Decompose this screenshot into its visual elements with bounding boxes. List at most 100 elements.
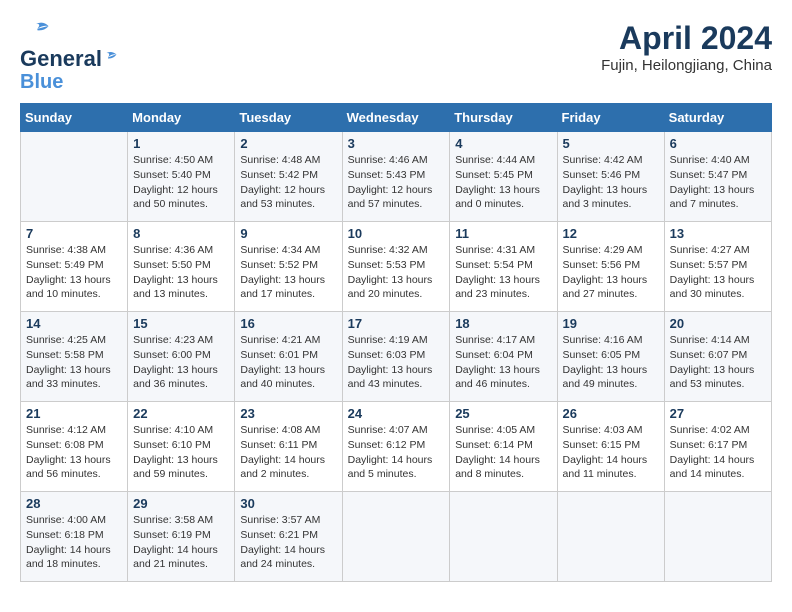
calendar-table: SundayMondayTuesdayWednesdayThursdayFrid…: [20, 103, 772, 582]
day-info: Sunrise: 4:08 AMSunset: 6:11 PMDaylight:…: [240, 423, 336, 482]
calendar-day-8: 8 Sunrise: 4:36 AMSunset: 5:50 PMDaylight…: [128, 222, 235, 312]
day-number: 20: [670, 316, 766, 331]
header: General Blue April 2024 Fujin, Heilongji…: [20, 20, 772, 93]
calendar-day-21: 21 Sunrise: 4:12 AMSunset: 6:08 PMDayligh…: [21, 402, 128, 492]
weekday-header-wednesday: Wednesday: [342, 104, 450, 132]
calendar-empty-cell: [21, 132, 128, 222]
calendar-day-2: 2 Sunrise: 4:48 AMSunset: 5:42 PMDaylight…: [235, 132, 342, 222]
calendar-day-3: 3Sunrise: 4:46 AMSunset: 5:43 PMDaylight…: [342, 132, 450, 222]
calendar-day-9: 9 Sunrise: 4:34 AMSunset: 5:52 PMDaylight…: [235, 222, 342, 312]
logo-bird-icon: [104, 50, 124, 66]
day-info: Sunrise: 4:25 AMSunset: 5:58 PMDaylight:…: [26, 333, 122, 392]
day-info: Sunrise: 4:27 AMSunset: 5:57 PMDaylight:…: [670, 243, 766, 302]
calendar-day-18: 18 Sunrise: 4:17 AMSunset: 6:04 PMDayligh…: [450, 312, 557, 402]
day-number: 12: [563, 226, 659, 241]
calendar-day-11: 11Sunrise: 4:31 AMSunset: 5:54 PMDayligh…: [450, 222, 557, 312]
weekday-header-saturday: Saturday: [664, 104, 771, 132]
day-info: Sunrise: 4:31 AMSunset: 5:54 PMDaylight:…: [455, 243, 551, 302]
calendar-day-17: 17 Sunrise: 4:19 AMSunset: 6:03 PMDayligh…: [342, 312, 450, 402]
day-number: 27: [670, 406, 766, 421]
day-info: Sunrise: 4:50 AMSunset: 5:40 PMDaylight:…: [133, 153, 229, 212]
calendar-day-23: 23 Sunrise: 4:08 AMSunset: 6:11 PMDayligh…: [235, 402, 342, 492]
day-number: 18: [455, 316, 551, 331]
day-info: Sunrise: 4:46 AMSunset: 5:43 PMDaylight:…: [348, 153, 445, 212]
day-info: Sunrise: 4:44 AMSunset: 5:45 PMDaylight:…: [455, 153, 551, 212]
day-number: 21: [26, 406, 122, 421]
calendar-empty-cell: [557, 492, 664, 582]
calendar-week-row: 21 Sunrise: 4:12 AMSunset: 6:08 PMDayligh…: [21, 402, 772, 492]
day-info: Sunrise: 4:03 AMSunset: 6:15 PMDaylight:…: [563, 423, 659, 482]
day-info: Sunrise: 4:36 AMSunset: 5:50 PMDaylight:…: [133, 243, 229, 302]
calendar-day-4: 4 Sunrise: 4:44 AMSunset: 5:45 PMDaylight…: [450, 132, 557, 222]
calendar-week-row: 1Sunrise: 4:50 AMSunset: 5:40 PMDaylight…: [21, 132, 772, 222]
calendar-day-1: 1Sunrise: 4:50 AMSunset: 5:40 PMDaylight…: [128, 132, 235, 222]
weekday-header-tuesday: Tuesday: [235, 104, 342, 132]
day-info: Sunrise: 4:42 AMSunset: 5:46 PMDaylight:…: [563, 153, 659, 212]
day-info: Sunrise: 4:32 AMSunset: 5:53 PMDaylight:…: [348, 243, 445, 302]
calendar-empty-cell: [450, 492, 557, 582]
calendar-day-22: 22Sunrise: 4:10 AMSunset: 6:10 PMDayligh…: [128, 402, 235, 492]
calendar-day-16: 16 Sunrise: 4:21 AMSunset: 6:01 PMDayligh…: [235, 312, 342, 402]
day-info: Sunrise: 4:00 AMSunset: 6:18 PMDaylight:…: [26, 513, 122, 572]
day-info: Sunrise: 4:38 AMSunset: 5:49 PMDaylight:…: [26, 243, 122, 302]
day-number: 15: [133, 316, 229, 331]
day-info: Sunrise: 4:34 AMSunset: 5:52 PMDaylight:…: [240, 243, 336, 302]
calendar-day-15: 15 Sunrise: 4:23 AMSunset: 6:00 PMDayligh…: [128, 312, 235, 402]
day-info: Sunrise: 4:16 AMSunset: 6:05 PMDaylight:…: [563, 333, 659, 392]
calendar-empty-cell: [342, 492, 450, 582]
day-number: 8: [133, 226, 229, 241]
calendar-day-25: 25 Sunrise: 4:05 AMSunset: 6:14 PMDayligh…: [450, 402, 557, 492]
calendar-empty-cell: [664, 492, 771, 582]
day-info: Sunrise: 4:07 AMSunset: 6:12 PMDaylight:…: [348, 423, 445, 482]
page-subtitle: Fujin, Heilongjiang, China: [601, 57, 772, 74]
day-number: 10: [348, 226, 445, 241]
day-info: Sunrise: 3:57 AMSunset: 6:21 PMDaylight:…: [240, 513, 336, 572]
day-number: 5: [563, 136, 659, 151]
calendar-day-19: 19Sunrise: 4:16 AMSunset: 6:05 PMDayligh…: [557, 312, 664, 402]
page-title: April 2024: [601, 20, 772, 57]
day-number: 2: [240, 136, 336, 151]
logo-icon: [22, 20, 50, 42]
calendar-day-24: 24Sunrise: 4:07 AMSunset: 6:12 PMDayligh…: [342, 402, 450, 492]
day-info: Sunrise: 4:29 AMSunset: 5:56 PMDaylight:…: [563, 243, 659, 302]
calendar-day-27: 27 Sunrise: 4:02 AMSunset: 6:17 PMDayligh…: [664, 402, 771, 492]
weekday-header-sunday: Sunday: [21, 104, 128, 132]
day-number: 23: [240, 406, 336, 421]
day-info: Sunrise: 4:10 AMSunset: 6:10 PMDaylight:…: [133, 423, 229, 482]
logo: General Blue: [20, 20, 126, 93]
day-info: Sunrise: 4:12 AMSunset: 6:08 PMDaylight:…: [26, 423, 122, 482]
day-info: Sunrise: 4:19 AMSunset: 6:03 PMDaylight:…: [348, 333, 445, 392]
title-area: April 2024 Fujin, Heilongjiang, China: [601, 20, 772, 74]
day-number: 28: [26, 496, 122, 511]
calendar-day-26: 26Sunrise: 4:03 AMSunset: 6:15 PMDayligh…: [557, 402, 664, 492]
day-info: Sunrise: 4:40 AMSunset: 5:47 PMDaylight:…: [670, 153, 766, 212]
day-number: 29: [133, 496, 229, 511]
day-number: 4: [455, 136, 551, 151]
day-number: 14: [26, 316, 122, 331]
day-number: 17: [348, 316, 445, 331]
logo-text-blue: Blue: [20, 71, 63, 93]
day-info: Sunrise: 4:17 AMSunset: 6:04 PMDaylight:…: [455, 333, 551, 392]
calendar-day-13: 13Sunrise: 4:27 AMSunset: 5:57 PMDayligh…: [664, 222, 771, 312]
day-number: 9: [240, 226, 336, 241]
day-info: Sunrise: 4:02 AMSunset: 6:17 PMDaylight:…: [670, 423, 766, 482]
day-number: 7: [26, 226, 122, 241]
calendar-day-29: 29Sunrise: 3:58 AMSunset: 6:19 PMDayligh…: [128, 492, 235, 582]
calendar-day-5: 5 Sunrise: 4:42 AMSunset: 5:46 PMDaylight…: [557, 132, 664, 222]
calendar-day-28: 28 Sunrise: 4:00 AMSunset: 6:18 PMDayligh…: [21, 492, 128, 582]
day-info: Sunrise: 4:14 AMSunset: 6:07 PMDaylight:…: [670, 333, 766, 392]
calendar-day-20: 20 Sunrise: 4:14 AMSunset: 6:07 PMDayligh…: [664, 312, 771, 402]
day-info: Sunrise: 4:48 AMSunset: 5:42 PMDaylight:…: [240, 153, 336, 212]
day-info: Sunrise: 4:23 AMSunset: 6:00 PMDaylight:…: [133, 333, 229, 392]
day-number: 16: [240, 316, 336, 331]
calendar-week-row: 7 Sunrise: 4:38 AMSunset: 5:49 PMDaylight…: [21, 222, 772, 312]
day-info: Sunrise: 4:21 AMSunset: 6:01 PMDaylight:…: [240, 333, 336, 392]
calendar-week-row: 28 Sunrise: 4:00 AMSunset: 6:18 PMDayligh…: [21, 492, 772, 582]
day-number: 30: [240, 496, 336, 511]
calendar-day-30: 30 Sunrise: 3:57 AMSunset: 6:21 PMDayligh…: [235, 492, 342, 582]
calendar-day-10: 10 Sunrise: 4:32 AMSunset: 5:53 PMDayligh…: [342, 222, 450, 312]
logo-text-general: General: [20, 47, 102, 71]
calendar-day-7: 7 Sunrise: 4:38 AMSunset: 5:49 PMDaylight…: [21, 222, 128, 312]
day-info: Sunrise: 4:05 AMSunset: 6:14 PMDaylight:…: [455, 423, 551, 482]
day-number: 25: [455, 406, 551, 421]
